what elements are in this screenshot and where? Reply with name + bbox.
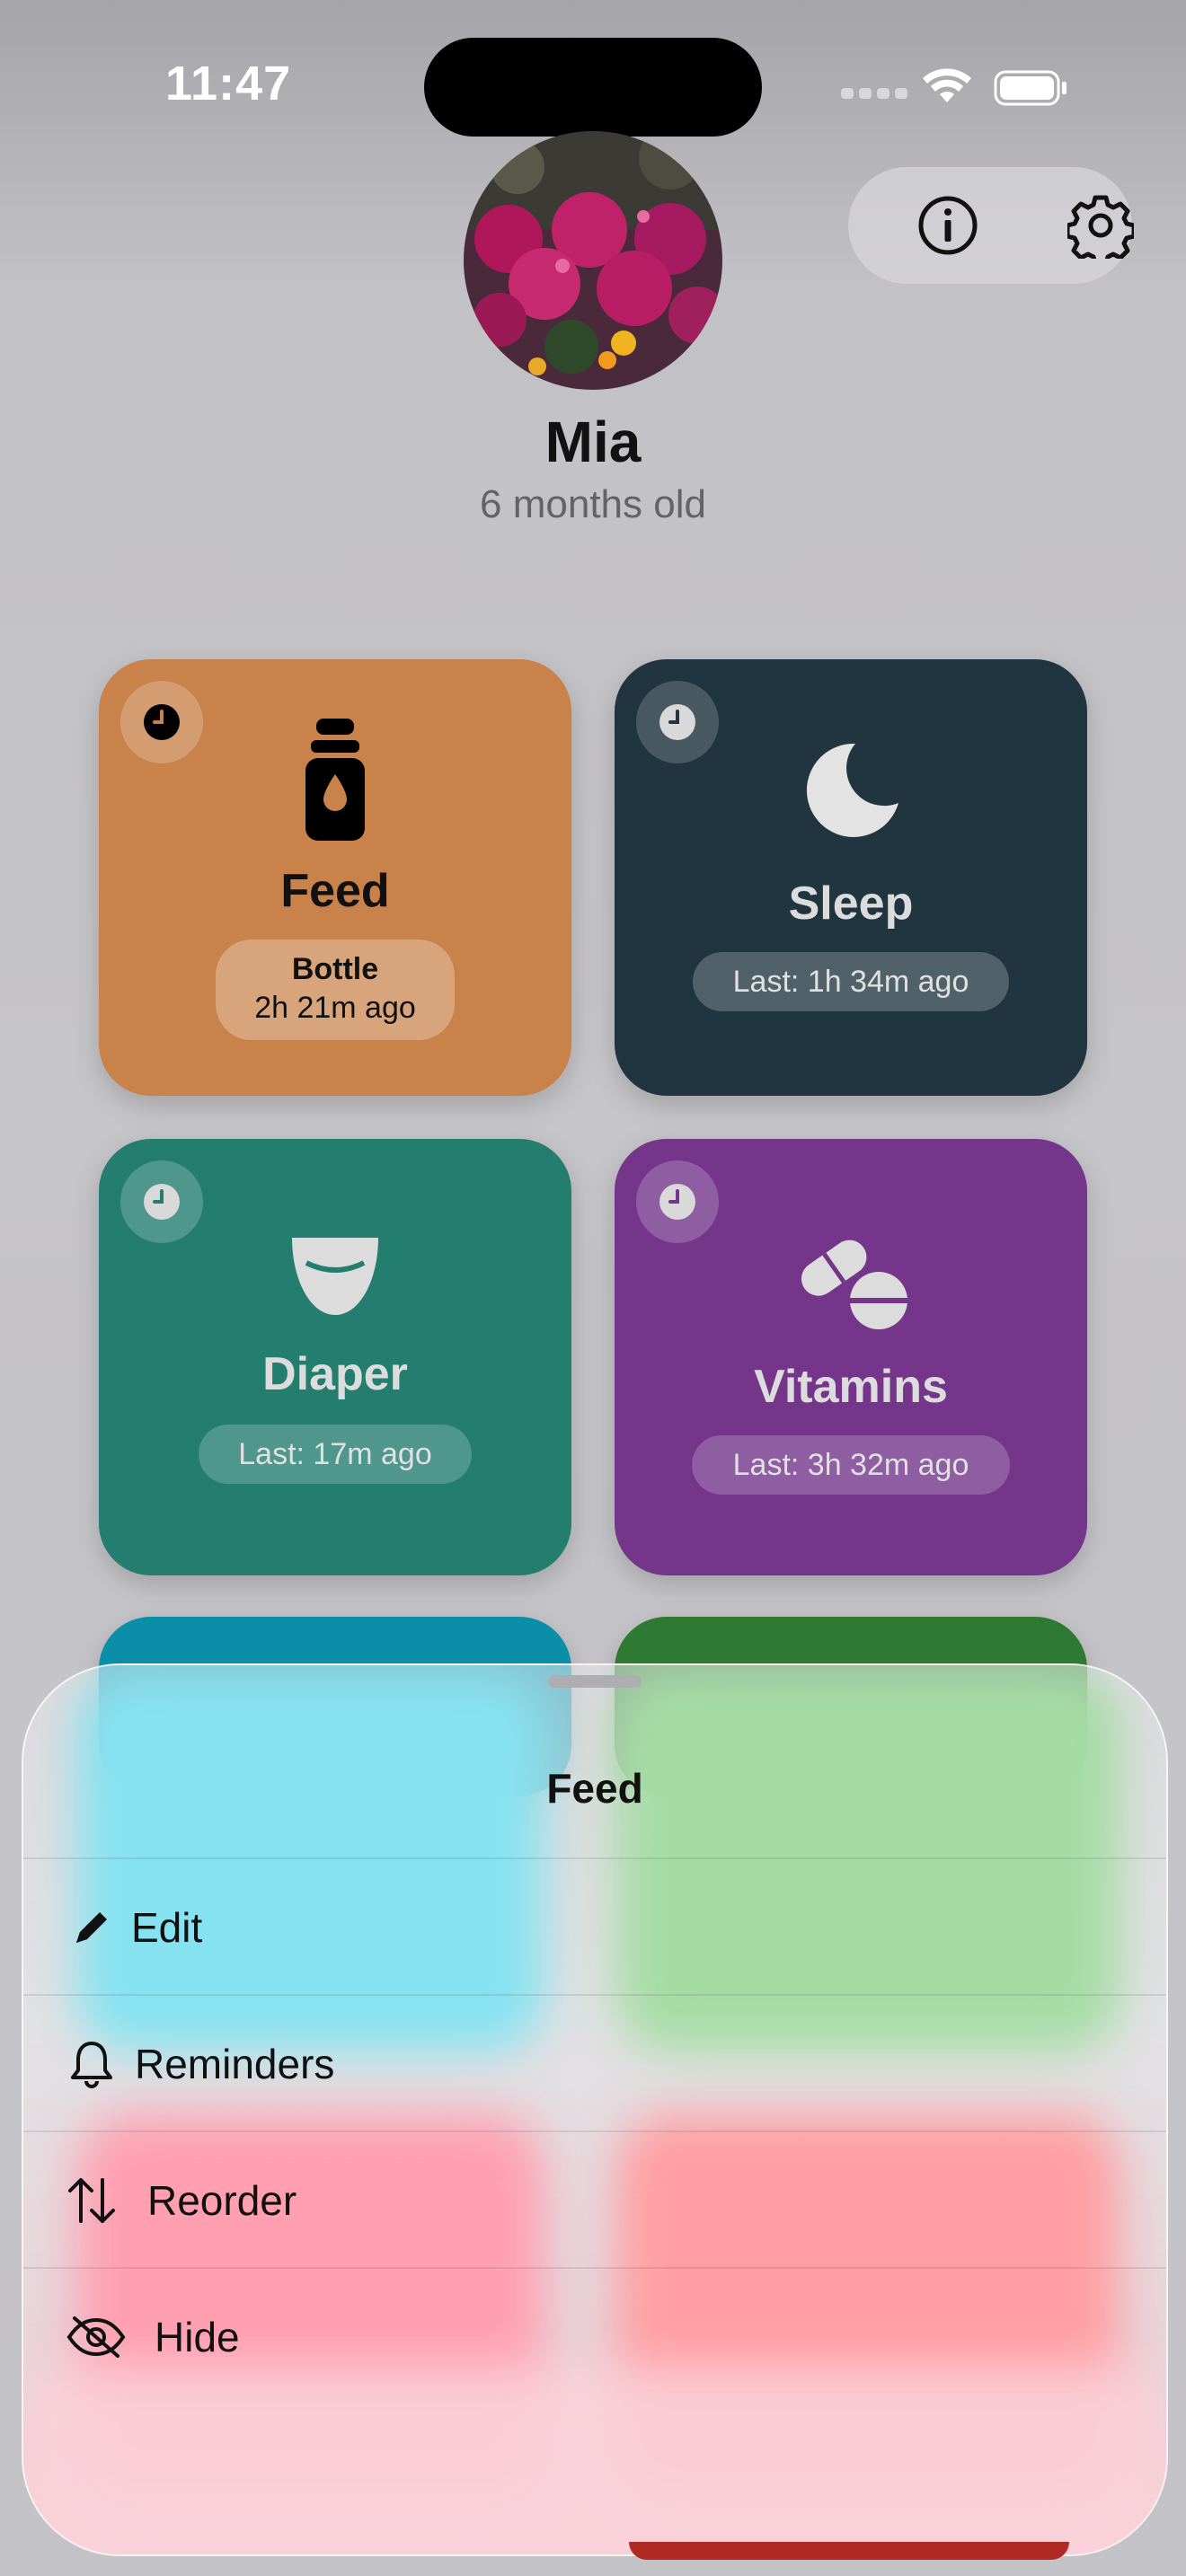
- tile-status: Bottle 2h 21m ago: [216, 940, 455, 1040]
- status-icons: [836, 63, 1078, 108]
- tile-status-title: Bottle: [291, 952, 379, 986]
- profile-age: 6 months old: [480, 482, 706, 526]
- avatar[interactable]: [464, 131, 722, 390]
- pills-icon: [615, 1229, 1087, 1331]
- arrow-up-down-icon: [65, 2174, 119, 2228]
- tile-vitamins[interactable]: Vitamins Last: 3h 32m ago: [615, 1139, 1087, 1575]
- info-button[interactable]: [912, 190, 984, 261]
- tile-status-text: Last: 17m ago: [199, 1425, 472, 1484]
- menu-item-label: Hide: [155, 2314, 240, 2360]
- bottle-icon: [99, 719, 571, 841]
- gear-icon: [1067, 195, 1134, 259]
- menu-item-label: Reminders: [135, 2041, 335, 2087]
- battery-icon: [994, 70, 1067, 106]
- menu-item-label: Reorder: [147, 2177, 297, 2224]
- history-button[interactable]: [120, 1160, 203, 1243]
- status-time: 11:47: [165, 57, 292, 110]
- wifi-icon: [923, 68, 971, 102]
- menu-item-edit[interactable]: Edit: [23, 1857, 1166, 1996]
- menu-item-reminders[interactable]: Reminders: [23, 1994, 1166, 2132]
- eye-slash-icon: [65, 2310, 128, 2364]
- sheet-title: Feed: [546, 1765, 643, 1812]
- tile-status-text: 2h 21m ago: [254, 991, 416, 1025]
- diaper-icon: [99, 1236, 571, 1317]
- menu-item-hide[interactable]: Hide: [23, 2267, 1166, 2405]
- cellular-signal-icon: [841, 88, 907, 99]
- clock-icon: [659, 704, 695, 740]
- tile-title: Vitamins: [754, 1361, 948, 1413]
- info-icon: [918, 196, 978, 255]
- settings-button[interactable]: [1065, 190, 1137, 261]
- tile-feed[interactable]: Feed Bottle 2h 21m ago: [99, 659, 571, 1096]
- menu-item-label: Edit: [131, 1904, 203, 1951]
- pencil-icon: [65, 1901, 119, 1954]
- tile-status-text: Last: 1h 34m ago: [693, 952, 1009, 1011]
- tile-status-text: Last: 3h 32m ago: [692, 1435, 1010, 1495]
- top-actions: [848, 167, 1134, 284]
- clock-icon: [144, 1184, 180, 1220]
- sheet-grabber[interactable]: [548, 1675, 642, 1688]
- menu-item-reorder[interactable]: Reorder: [23, 2130, 1166, 2269]
- tile-title: Diaper: [262, 1348, 408, 1400]
- tile-title: Feed: [280, 865, 390, 917]
- context-menu-sheet: Feed Edit Reminders Reorder Hide: [22, 1663, 1168, 2556]
- bell-icon: [65, 2037, 119, 2091]
- tile-peek-bottom: [629, 2542, 1069, 2560]
- tile-title: Sleep: [788, 878, 914, 930]
- dynamic-island: [424, 38, 762, 137]
- tile-diaper[interactable]: Diaper Last: 17m ago: [99, 1139, 571, 1575]
- clock-icon: [659, 1184, 695, 1220]
- tile-sleep[interactable]: Sleep Last: 1h 34m ago: [615, 659, 1087, 1096]
- profile-name: Mia: [544, 410, 642, 474]
- moon-icon: [615, 740, 1087, 839]
